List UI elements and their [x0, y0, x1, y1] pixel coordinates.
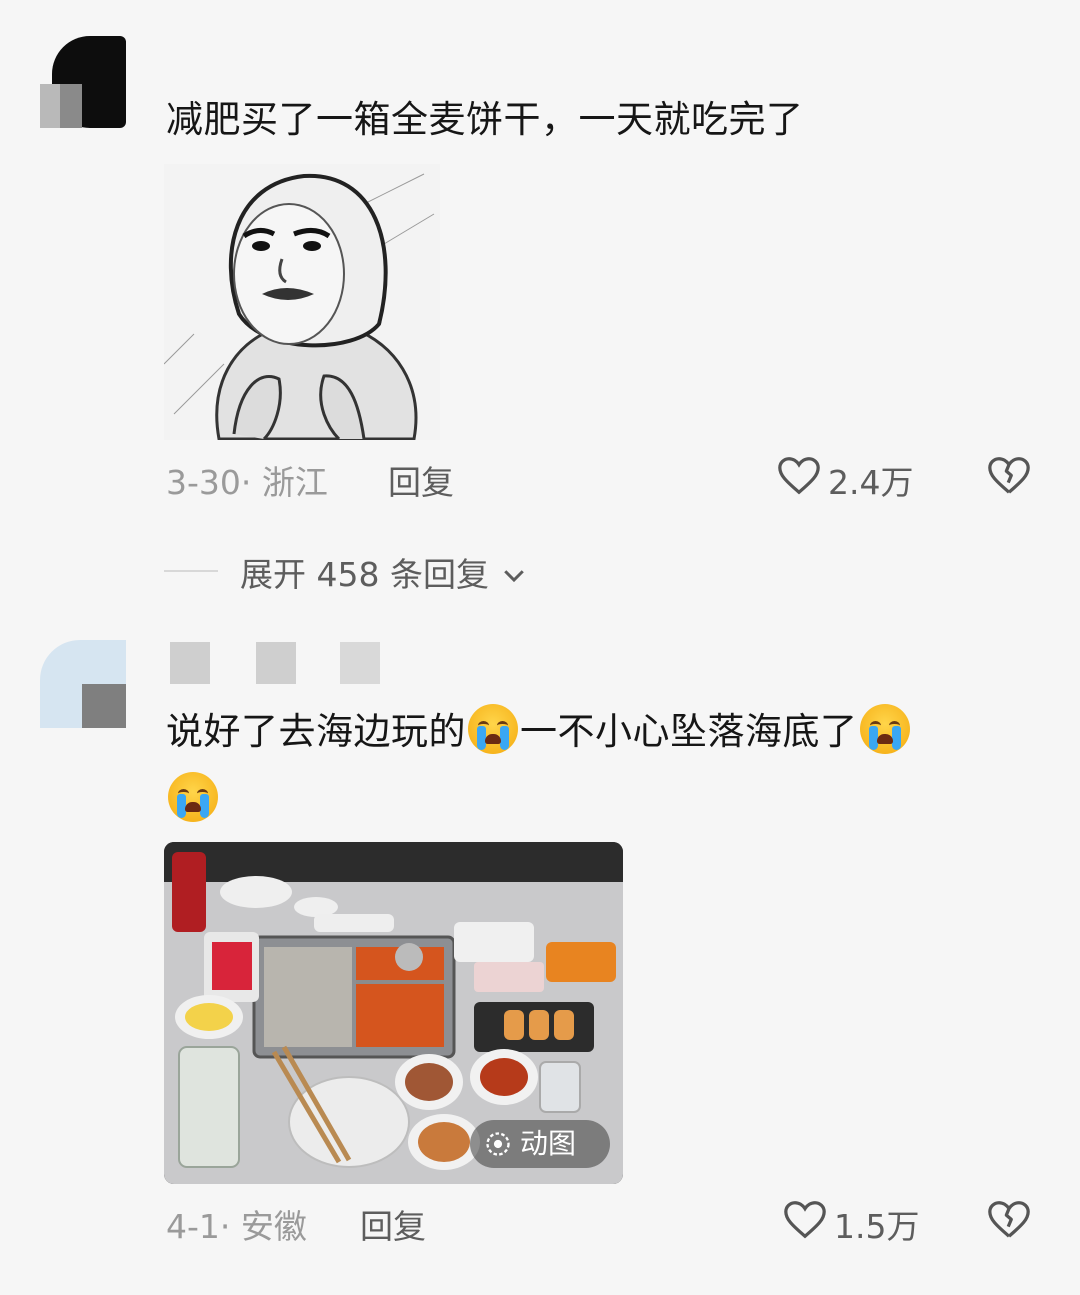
broken-heart-icon	[988, 1201, 1030, 1238]
avatar[interactable]	[40, 640, 126, 740]
chevron-down-icon	[504, 570, 525, 583]
comment-date: 3-30	[166, 463, 241, 502]
comment-text-line-1: 说好了去海边玩的 一不小心坠落海底了	[166, 704, 912, 758]
like-count: 2.4万	[828, 463, 914, 502]
reply-button[interactable]: 回复	[388, 456, 454, 504]
crying-emoji-icon	[168, 772, 218, 822]
comment-location: 浙江	[261, 463, 328, 502]
broken-heart-icon	[988, 457, 1030, 494]
avatar[interactable]	[40, 28, 126, 128]
heart-icon	[784, 1201, 826, 1239]
comment-date-location: 3-30· 浙江	[166, 463, 328, 502]
comment-text: 减肥买了一箱全麦饼干，一天就吃完了	[166, 98, 804, 141]
heart-icon	[778, 457, 820, 495]
dislike-button[interactable]	[986, 1196, 1032, 1246]
expand-replies-button[interactable]: 展开 458 条回复	[240, 548, 529, 596]
comment-date: 4-1	[166, 1207, 220, 1246]
reply-button[interactable]: 回复	[360, 1200, 426, 1248]
crying-emoji-icon	[859, 704, 910, 754]
like-button[interactable]	[782, 1196, 828, 1246]
crying-emoji-icon	[468, 704, 518, 754]
gif-icon	[486, 1132, 510, 1156]
gif-badge: 动图	[470, 1120, 610, 1168]
comment-location: 安徽	[240, 1207, 307, 1246]
comment-image-meme[interactable]	[164, 164, 440, 440]
divider	[164, 570, 218, 572]
dislike-button[interactable]	[986, 452, 1032, 502]
like-button[interactable]	[776, 452, 822, 502]
like-count: 1.5万	[834, 1207, 920, 1246]
comment-text-line-2	[166, 772, 220, 826]
comment-date-location: 4-1· 安徽	[166, 1207, 307, 1246]
